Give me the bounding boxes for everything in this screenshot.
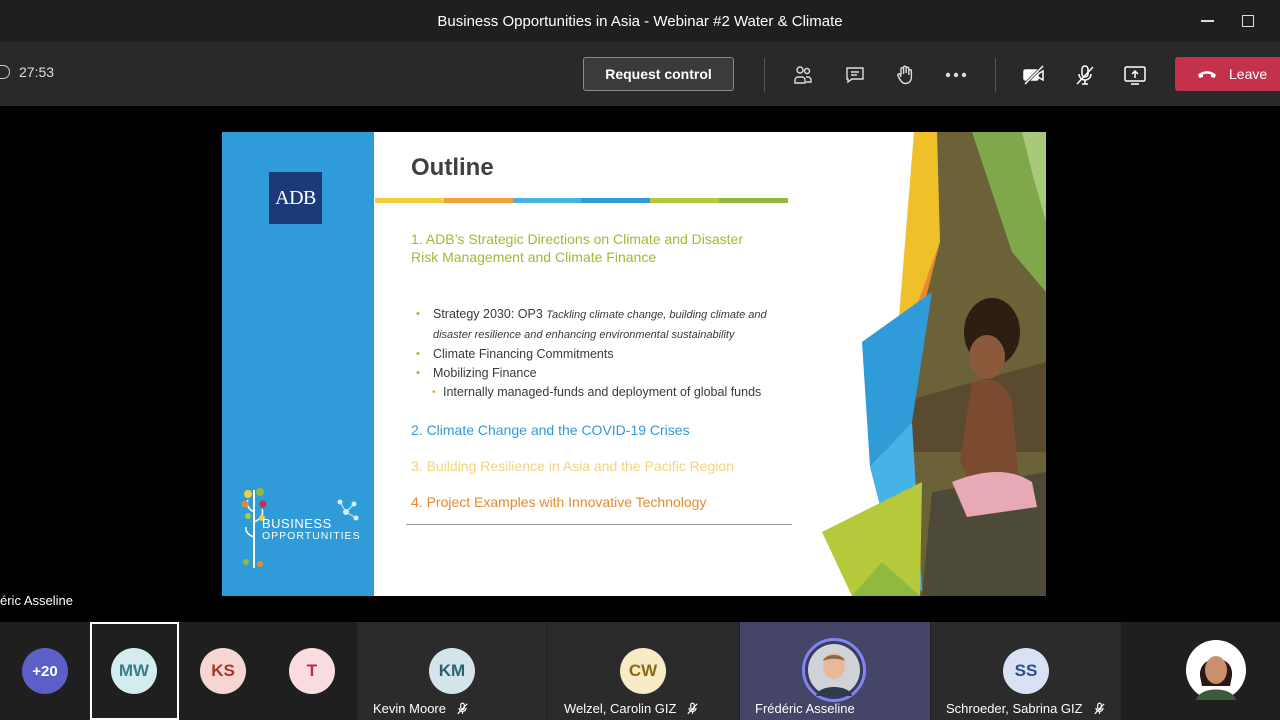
self-avatar-photo	[1186, 640, 1246, 700]
camera-off-icon	[1023, 64, 1045, 86]
recording-indicator-icon	[0, 65, 10, 79]
participant-tile-speaking[interactable]: Frédéric Asseline	[740, 622, 930, 720]
participant-tile[interactable]: CW Welzel, Carolin GIZ	[548, 622, 739, 720]
color-segment	[650, 198, 720, 203]
mic-toggle-button[interactable]	[1072, 62, 1098, 88]
participant-name: Welzel, Carolin GIZ	[564, 701, 699, 716]
toolbar-divider	[995, 58, 996, 92]
outline-bullets: Strategy 2030: OP3 Tackling climate chan…	[416, 305, 776, 402]
participant-overflow-tile[interactable]: +20	[0, 622, 90, 720]
participant-tile[interactable]: T	[269, 622, 357, 720]
minimize-button[interactable]	[1195, 10, 1219, 32]
outline-item-1: 1. ADB’s Strategic Directions on Climate…	[411, 231, 743, 265]
slide-divider	[406, 524, 792, 525]
outline-item-4: 4. Project Examples with Innovative Tech…	[411, 494, 707, 510]
bullet-mobilizing: Mobilizing Finance	[416, 364, 776, 383]
window-title: Business Opportunities in Asia - Webinar…	[437, 12, 843, 30]
presenter-name-label: éric Asseline	[0, 593, 73, 608]
slide-color-bar	[375, 198, 788, 203]
hang-up-icon	[1198, 71, 1216, 78]
adb-logo: ADB	[269, 172, 322, 224]
raise-hand-icon	[897, 65, 913, 85]
participant-avatar: MW	[111, 648, 157, 694]
title-bar: Business Opportunities in Asia - Webinar…	[0, 0, 1280, 42]
meeting-timer: 27:53	[0, 64, 54, 80]
leave-label: Leave	[1229, 66, 1268, 82]
overflow-count: +20	[22, 648, 68, 694]
raise-hand-button[interactable]	[892, 62, 918, 88]
participant-avatar: SS	[1003, 648, 1049, 694]
bullet-strategy-main: Strategy 2030: OP3	[433, 307, 547, 321]
business-opportunities-logo: BUSINESS OPPORTUNITIES	[262, 516, 361, 542]
participant-tile[interactable]: KM Kevin Moore	[357, 622, 547, 720]
color-segment	[512, 198, 582, 203]
mic-off-icon	[687, 702, 699, 715]
participant-name-text: Kevin Moore	[373, 701, 446, 716]
bullet-strategy: Strategy 2030: OP3 Tackling climate chan…	[416, 305, 776, 345]
color-segment	[581, 198, 651, 203]
request-control-button[interactable]: Request control	[583, 57, 734, 91]
share-screen-icon	[1124, 66, 1146, 85]
slide-side-panel: ADB BUSINESS OPPORTUNITIES	[222, 132, 374, 596]
share-screen-button[interactable]	[1122, 62, 1148, 88]
speaking-ring	[802, 638, 866, 702]
mic-off-icon	[1076, 65, 1094, 85]
more-icon	[945, 72, 967, 78]
participant-name: Schroeder, Sabrina GIZ	[946, 701, 1106, 716]
brand-line-1: BUSINESS	[262, 516, 332, 531]
more-options-button[interactable]	[943, 62, 969, 88]
participant-avatar: KS	[200, 648, 246, 694]
color-segment	[375, 198, 444, 203]
brand-line-2: OPPORTUNITIES	[262, 530, 361, 542]
leave-button[interactable]: Leave	[1175, 57, 1280, 91]
participants-icon	[794, 66, 812, 84]
camera-toggle-button[interactable]	[1021, 62, 1047, 88]
participant-avatar: CW	[620, 648, 666, 694]
color-segment	[443, 198, 513, 203]
timer-text: 27:53	[19, 64, 55, 80]
outline-item-2: 2. Climate Change and the COVID-19 Crise…	[411, 422, 690, 438]
child-in-tree-photo	[822, 132, 1046, 596]
shared-content-stage: ADB BUSINESS OPPORTUNITIES Outline 1. AD…	[0, 106, 1280, 622]
color-segment	[719, 198, 788, 203]
participants-button[interactable]	[790, 62, 816, 88]
participant-name: Frédéric Asseline	[755, 701, 855, 716]
slide-title: Outline	[411, 154, 494, 181]
participant-tile[interactable]: KS	[179, 622, 269, 720]
meeting-toolbar: 27:53 Request control Leave	[0, 42, 1280, 106]
shared-slide: ADB BUSINESS OPPORTUNITIES Outline 1. AD…	[222, 132, 1046, 596]
sub-bullet-funds: Internally managed-funds and deployment …	[416, 383, 776, 402]
participant-name-text: Welzel, Carolin GIZ	[564, 701, 677, 716]
participant-photo	[808, 644, 860, 696]
participants-strip: +20 MW KS T KM Kevin Moore CW Welzel, Ca…	[0, 622, 1280, 720]
participant-tile[interactable]: SS Schroeder, Sabrina GIZ	[931, 622, 1121, 720]
participant-tile[interactable]: MW	[90, 622, 179, 720]
minimize-icon	[1200, 20, 1214, 22]
participant-name: Kevin Moore	[373, 701, 469, 716]
maximize-button[interactable]	[1236, 10, 1260, 32]
chat-button[interactable]	[842, 62, 868, 88]
mic-off-icon	[457, 702, 468, 715]
toolbar-divider	[764, 58, 765, 92]
self-view-tile[interactable]	[1122, 622, 1280, 720]
maximize-icon	[1242, 15, 1254, 27]
chat-icon	[846, 67, 864, 84]
participant-name-text: Schroeder, Sabrina GIZ	[946, 701, 1083, 716]
participant-avatar: T	[289, 648, 335, 694]
outline-item-3: 3. Building Resilience in Asia and the P…	[411, 458, 734, 474]
mic-off-icon	[1093, 702, 1105, 715]
participant-avatar: KM	[429, 648, 475, 694]
bullet-financing: Climate Financing Commitments	[416, 345, 776, 364]
